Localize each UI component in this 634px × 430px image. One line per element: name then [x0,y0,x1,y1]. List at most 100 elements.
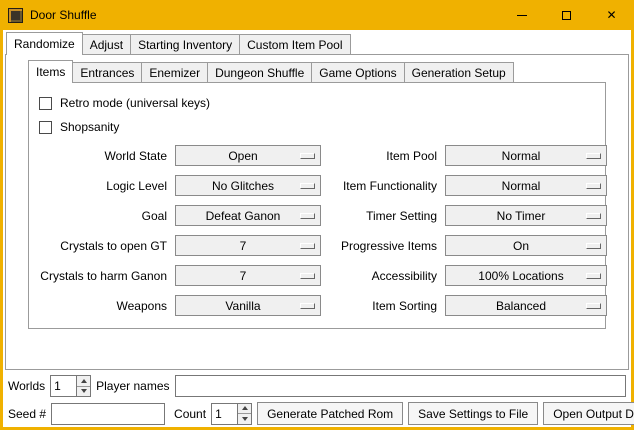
minimize-icon [517,15,527,16]
goal-value: Defeat Ganon [206,209,291,223]
item-functionality-value: Normal [502,179,551,193]
goal-label: Goal [35,205,167,226]
logic-level-dropdown[interactable]: No Glitches [175,175,321,196]
worlds-spinner-buttons [76,375,91,397]
item-functionality-label: Item Functionality [329,175,437,196]
tab-custom-item-pool[interactable]: Custom Item Pool [239,34,350,54]
app-icon [8,8,23,23]
progressive-items-label: Progressive Items [329,235,437,256]
world-state-dropdown[interactable]: Open [175,145,321,166]
worlds-spin-down-button[interactable] [77,387,90,397]
goal-dropdown[interactable]: Defeat Ganon [175,205,321,226]
tab-enemizer[interactable]: Enemizer [141,62,208,82]
worlds-spinner [50,375,91,397]
settings-grid: World State Open Item Pool Normal Logic … [35,145,599,316]
timer-setting-label: Timer Setting [329,205,437,226]
shopsanity-checkbox-row[interactable]: Shopsanity [39,115,599,139]
dropdown-indicator-icon [300,303,315,309]
timer-setting-dropdown[interactable]: No Timer [445,205,607,226]
shopsanity-label: Shopsanity [60,120,119,134]
timer-setting-value: No Timer [497,209,556,223]
worlds-spin-up-button[interactable] [77,376,90,387]
tab-items[interactable]: Items [28,60,73,83]
tab-starting-inventory[interactable]: Starting Inventory [130,34,240,54]
dropdown-indicator-icon [586,303,601,309]
weapons-value: Vanilla [225,299,270,313]
count-spinner [211,403,252,425]
dropdown-indicator-icon [586,243,601,249]
accessibility-dropdown[interactable]: 100% Locations [445,265,607,286]
close-button[interactable]: ✕ [589,0,634,30]
item-sorting-label: Item Sorting [329,295,437,316]
dropdown-indicator-icon [586,213,601,219]
arrow-down-icon [242,417,248,421]
tab-dungeon-shuffle[interactable]: Dungeon Shuffle [207,62,312,82]
count-spinner-buttons [237,403,252,425]
arrow-down-icon [81,389,87,393]
dropdown-indicator-icon [586,273,601,279]
tab-entrances[interactable]: Entrances [72,62,142,82]
accessibility-value: 100% Locations [478,269,573,283]
count-spin-up-button[interactable] [238,404,251,415]
logic-level-value: No Glitches [212,179,284,193]
tab-game-options[interactable]: Game Options [311,62,404,82]
worlds-label: Worlds [8,379,45,393]
crystals-open-gt-dropdown[interactable]: 7 [175,235,321,256]
count-input[interactable] [211,403,237,425]
crystals-harm-ganon-value: 7 [240,269,257,283]
window-content: Randomize Adjust Starting Inventory Cust… [3,30,631,427]
dropdown-indicator-icon [586,183,601,189]
item-sorting-value: Balanced [496,299,556,313]
seed-input[interactable] [51,403,165,425]
open-output-directory-button[interactable]: Open Output Directory [543,402,634,425]
save-settings-button[interactable]: Save Settings to File [408,402,538,425]
logic-level-label: Logic Level [35,175,167,196]
progressive-items-value: On [513,239,539,253]
items-pane: Retro mode (universal keys) Shopsanity W… [28,82,606,329]
close-icon: ✕ [606,9,616,21]
dropdown-indicator-icon [586,153,601,159]
world-state-value: Open [228,149,267,163]
player-names-input[interactable] [175,375,627,397]
item-pool-dropdown[interactable]: Normal [445,145,607,166]
tab-generation-setup[interactable]: Generation Setup [404,62,514,82]
minimize-button[interactable] [499,0,544,30]
arrow-up-icon [81,379,87,383]
worlds-input[interactable] [50,375,76,397]
accessibility-label: Accessibility [329,265,437,286]
title-bar: Door Shuffle ✕ [0,0,634,30]
item-functionality-dropdown[interactable]: Normal [445,175,607,196]
seed-label: Seed # [8,407,46,421]
dropdown-indicator-icon [300,213,315,219]
footer-controls: Worlds Player names Seed # Count [3,370,631,425]
shopsanity-checkbox [39,121,52,134]
dropdown-indicator-icon [300,183,315,189]
count-spin-down-button[interactable] [238,414,251,424]
seed-row: Seed # Count Generate Patched Rom Save S… [8,402,626,425]
tab-adjust[interactable]: Adjust [82,34,131,54]
arrow-up-icon [242,406,248,410]
weapons-label: Weapons [35,295,167,316]
dropdown-indicator-icon [300,273,315,279]
progressive-items-dropdown[interactable]: On [445,235,607,256]
window-controls: ✕ [499,0,634,30]
generate-patched-rom-button[interactable]: Generate Patched Rom [257,402,403,425]
item-pool-value: Normal [502,149,551,163]
crystals-harm-ganon-label: Crystals to harm Ganon [35,265,167,286]
maximize-button[interactable] [544,0,589,30]
worlds-row: Worlds Player names [8,375,626,397]
maximize-icon [562,11,571,20]
settings-tab-bar: Items Entrances Enemizer Dungeon Shuffle… [28,60,606,82]
item-sorting-dropdown[interactable]: Balanced [445,295,607,316]
retro-mode-label: Retro mode (universal keys) [60,96,210,110]
retro-mode-checkbox-row[interactable]: Retro mode (universal keys) [39,91,599,115]
player-names-label: Player names [96,379,169,393]
dropdown-indicator-icon [300,153,315,159]
window-title: Door Shuffle [30,8,97,22]
tab-randomize[interactable]: Randomize [6,32,83,55]
crystals-harm-ganon-dropdown[interactable]: 7 [175,265,321,286]
randomize-pane: Items Entrances Enemizer Dungeon Shuffle… [5,54,629,370]
world-state-label: World State [35,145,167,166]
crystals-open-gt-value: 7 [240,239,257,253]
weapons-dropdown[interactable]: Vanilla [175,295,321,316]
